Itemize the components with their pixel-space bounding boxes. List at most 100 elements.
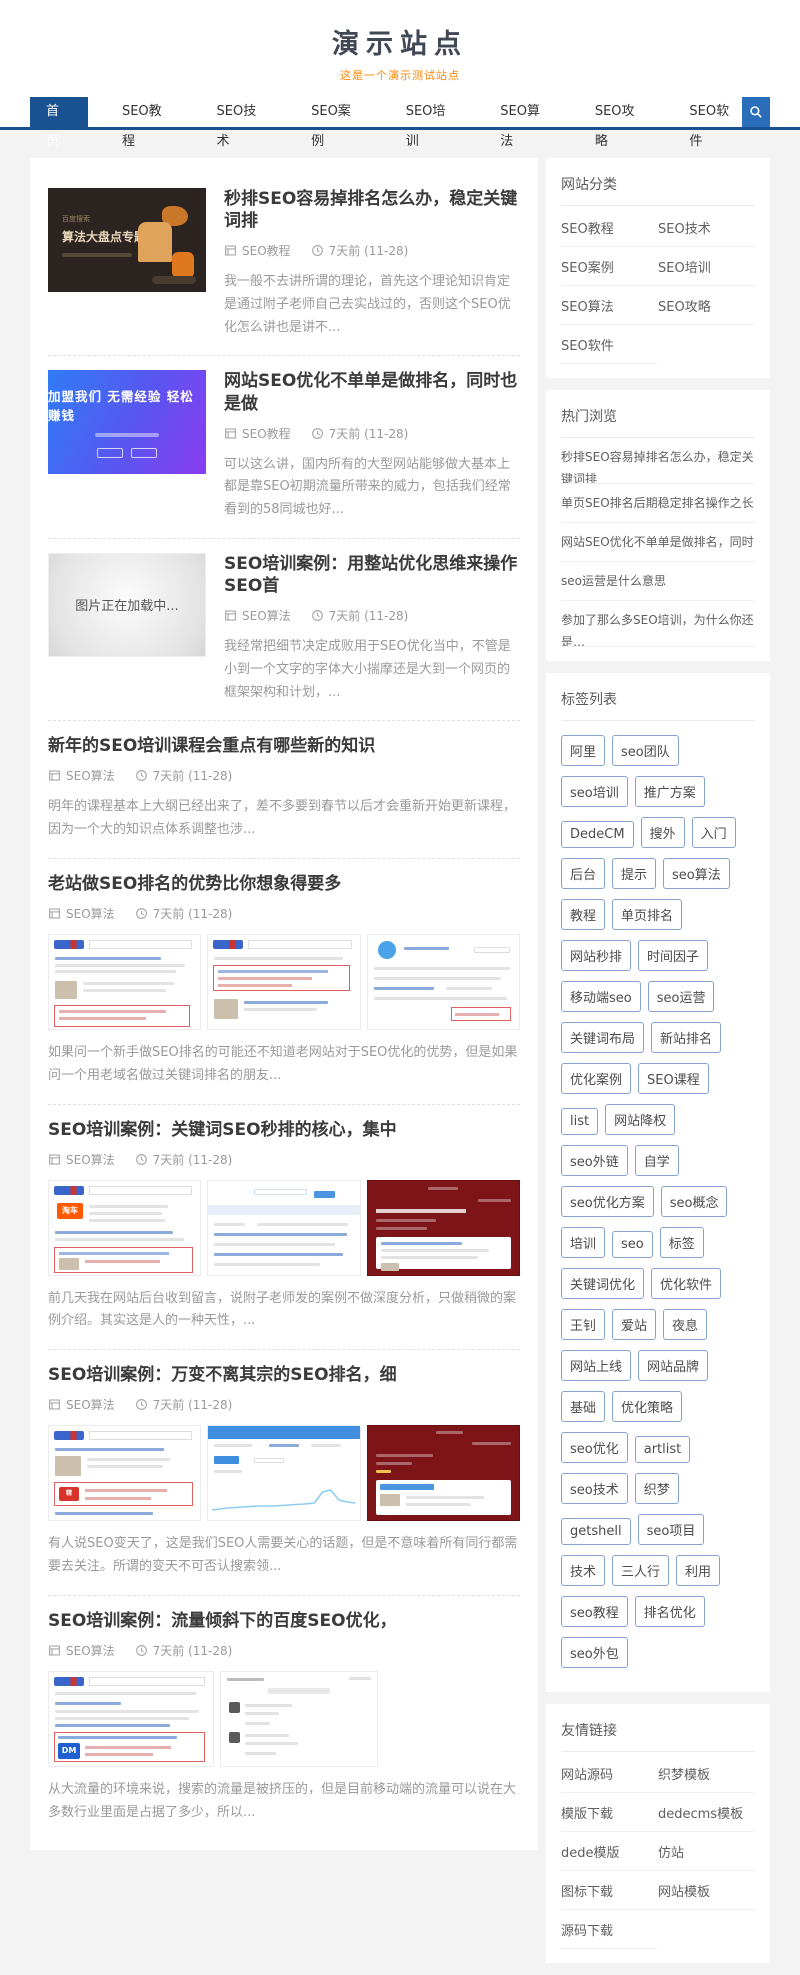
tag-link[interactable]: 技术 [561,1555,605,1586]
article-category[interactable]: SEO算法 [66,767,115,784]
tag-link[interactable]: seo项目 [638,1514,705,1545]
category-link[interactable]: SEO技术 [658,208,755,247]
friend-link[interactable]: 网站模板 [658,1871,755,1910]
nav-item[interactable]: SEO教程 [108,97,189,127]
article-title[interactable]: 老站做SEO排名的优势比你想象得要多 [48,873,520,895]
tag-link[interactable]: 阿里 [561,735,605,766]
tag-link[interactable]: seo优化 [561,1432,628,1463]
friend-link[interactable]: dede模版 [561,1832,658,1871]
article-title[interactable]: SEO培训案例：万变不离其宗的SEO排名，细 [48,1364,520,1386]
tag-link[interactable]: getshell [561,1518,631,1545]
tag-link[interactable]: 教程 [561,899,605,930]
tag-link[interactable]: seo外链 [561,1145,628,1176]
tag-link[interactable]: seo外包 [561,1637,628,1668]
nav-item[interactable]: SEO技术 [203,97,284,127]
tag-link[interactable]: 网站品牌 [638,1350,708,1381]
tag-link[interactable]: seo技术 [561,1473,628,1504]
nav-item[interactable]: SEO算法 [486,97,567,127]
tag-link[interactable]: 织梦 [635,1473,679,1504]
tag-link[interactable]: 基础 [561,1391,605,1422]
article-title[interactable]: SEO培训案例：关键词SEO秒排的核心，集中 [48,1119,520,1141]
article-title[interactable]: SEO培训案例：用整站优化思维来操作SEO首 [224,553,520,597]
friend-link[interactable]: 源码下载 [561,1910,658,1949]
article-thumbnail[interactable]: 加盟我们 无需经验 轻松赚钱 [48,370,206,474]
tag-link[interactable]: artlist [635,1436,691,1463]
tag-link[interactable]: 新站排名 [651,1022,721,1053]
nav-item[interactable]: SEO案例 [297,97,378,127]
friend-link[interactable]: 网站源码 [561,1754,658,1793]
tag-link[interactable]: seo培训 [561,776,628,807]
article-category[interactable]: SEO算法 [242,607,291,624]
tag-link[interactable]: 王钊 [561,1309,605,1340]
tag-link[interactable]: seo概念 [661,1186,728,1217]
tag-link[interactable]: 培训 [561,1227,605,1258]
hot-link[interactable]: 秒排SEO容易掉排名怎么办，稳定关键词排 [561,438,755,484]
article-category[interactable]: SEO教程 [242,242,291,259]
tag-link[interactable]: 爱站 [612,1309,656,1340]
tag-link[interactable]: 提示 [612,858,656,889]
tag-link[interactable]: seo团队 [612,735,679,766]
category-link[interactable]: SEO教程 [561,208,658,247]
tag-link[interactable]: seo [612,1231,653,1258]
tag-link[interactable]: 优化案例 [561,1063,631,1094]
tag-link[interactable]: 优化策略 [612,1391,682,1422]
tag-link[interactable]: list [561,1108,598,1135]
tag-link[interactable]: DedeCM [561,821,634,848]
tag-link[interactable]: 排名优化 [635,1596,705,1627]
tag-link[interactable]: seo运营 [648,981,715,1012]
article-image[interactable] [48,934,520,1030]
article-title[interactable]: 网站SEO优化不单单是做排名，同时也是做 [224,370,520,414]
tag-link[interactable]: 推广方案 [635,776,705,807]
tag-link[interactable]: 搜外 [641,817,685,848]
article-category[interactable]: SEO算法 [66,1151,115,1168]
tag-link[interactable]: 利用 [676,1555,720,1586]
hot-link[interactable]: 单页SEO排名后期稳定排名操作之长 [561,484,755,523]
tag-link[interactable]: SEO课程 [638,1063,709,1094]
tag-link[interactable]: 后台 [561,858,605,889]
article-image[interactable]: 精 [48,1425,520,1521]
tag-link[interactable]: 关键词优化 [561,1268,644,1299]
nav-item[interactable]: 首页 [30,97,88,127]
article-image[interactable]: DM [48,1671,378,1767]
tag-link[interactable]: 单页排名 [612,899,682,930]
article-category[interactable]: SEO算法 [66,1642,115,1659]
friend-link[interactable]: 图标下载 [561,1871,658,1910]
tag-link[interactable]: seo优化方案 [561,1186,654,1217]
article-image[interactable]: 淘车 [48,1180,520,1276]
tag-link[interactable]: seo算法 [663,858,730,889]
tag-link[interactable]: 夜息 [663,1309,707,1340]
tag-link[interactable]: 自学 [635,1145,679,1176]
tag-link[interactable]: 关键词布局 [561,1022,644,1053]
friend-link[interactable]: 织梦模板 [658,1754,755,1793]
tag-link[interactable]: 网站降权 [605,1104,675,1135]
category-link[interactable]: SEO案例 [561,247,658,286]
article-category[interactable]: SEO教程 [242,425,291,442]
nav-item[interactable]: SEO培训 [392,97,473,127]
article-category[interactable]: SEO算法 [66,905,115,922]
hot-link[interactable]: 参加了那么多SEO培训，为什么你还是… [561,601,755,647]
article-thumbnail[interactable]: 图片正在加载中... [48,553,206,657]
tag-link[interactable]: 标签 [660,1227,704,1258]
tag-link[interactable]: seo教程 [561,1596,628,1627]
hot-link[interactable]: 网站SEO优化不单单是做排名，同时 [561,523,755,562]
category-link[interactable]: SEO攻略 [658,286,755,325]
article-thumbnail[interactable]: 百度搜索 算法大盘点专题解读 [48,188,206,292]
tag-link[interactable]: 优化软件 [651,1268,721,1299]
tag-link[interactable]: 网站上线 [561,1350,631,1381]
tag-link[interactable]: 三人行 [612,1555,669,1586]
category-link[interactable]: SEO算法 [561,286,658,325]
tag-link[interactable]: 入门 [692,817,736,848]
tag-link[interactable]: 网站秒排 [561,940,631,971]
article-title[interactable]: 新年的SEO培训课程会重点有哪些新的知识 [48,735,520,757]
article-title[interactable]: SEO培训案例：流量倾斜下的百度SEO优化， [48,1610,520,1632]
hot-link[interactable]: seo运营是什么意思 [561,562,755,601]
category-link[interactable]: SEO软件 [561,325,658,364]
tag-link[interactable]: 移动端seo [561,981,641,1012]
friend-link[interactable]: dedecms模板 [658,1793,755,1832]
search-button[interactable] [742,97,770,127]
tag-link[interactable]: 时间因子 [638,940,708,971]
article-category[interactable]: SEO算法 [66,1396,115,1413]
friend-link[interactable]: 模版下载 [561,1793,658,1832]
nav-item[interactable]: SEO攻略 [581,97,662,127]
friend-link[interactable]: 仿站 [658,1832,755,1871]
